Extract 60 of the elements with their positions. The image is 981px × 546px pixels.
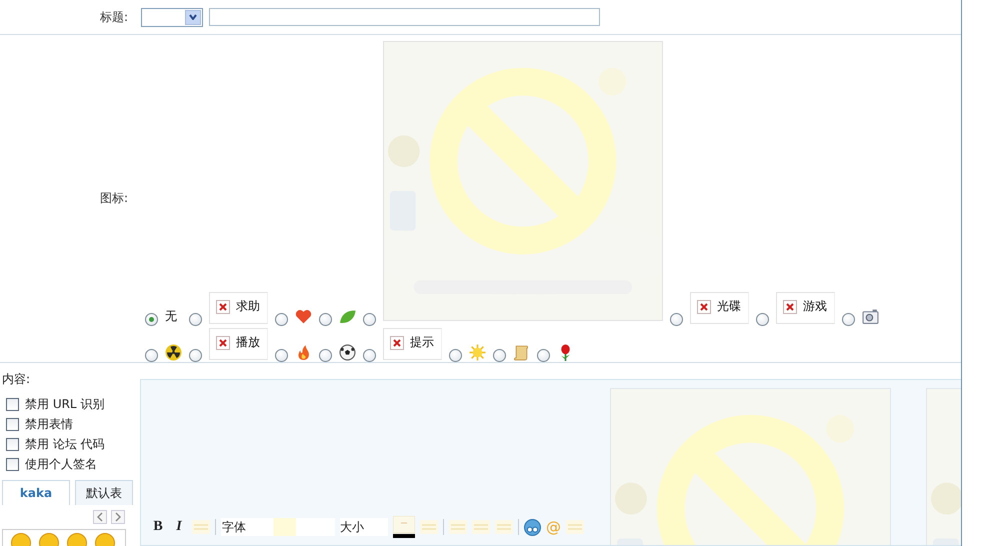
broken-image: 提示	[383, 328, 442, 360]
radio-button[interactable]	[319, 349, 332, 362]
broken-image: 播放	[209, 328, 268, 360]
camera-icon	[862, 308, 879, 325]
broken-image-icon	[216, 300, 230, 314]
checkbox[interactable]	[6, 458, 19, 470]
broken-image-icon	[697, 300, 711, 314]
checkbox-label: 禁用 论坛 代码	[25, 436, 105, 452]
title-input[interactable]	[209, 8, 600, 26]
bold-button[interactable]: B	[150, 519, 166, 535]
radiation-icon	[165, 344, 182, 361]
radio-button[interactable]	[842, 313, 855, 326]
radio-button[interactable]	[756, 313, 769, 326]
italic-button[interactable]: I	[171, 519, 187, 535]
field-label: 图标:	[98, 190, 128, 207]
scroll-icon	[513, 344, 530, 361]
radio-button[interactable]	[537, 349, 550, 362]
chevron-right-icon	[114, 512, 122, 522]
heart-icon	[295, 308, 312, 325]
broken-image: 游戏	[776, 292, 835, 324]
broken-image: 光碟	[690, 292, 749, 324]
checkbox[interactable]	[6, 438, 19, 450]
field-label: 标题:	[98, 8, 128, 26]
checkbox-label: 禁用表情	[25, 416, 73, 432]
radio-button[interactable]	[493, 349, 506, 362]
next-button[interactable]	[111, 510, 125, 524]
leaf-icon	[339, 308, 356, 325]
radio-button[interactable]	[189, 349, 202, 362]
option-label: 无	[165, 308, 178, 325]
broken-image-icon	[390, 336, 404, 350]
emoticon-icon[interactable]	[524, 518, 541, 536]
radio-button[interactable]	[189, 313, 202, 326]
chevron-left-icon	[96, 512, 104, 522]
radio-button[interactable]	[449, 349, 462, 362]
broken-image-icon	[216, 336, 230, 350]
type-dropdown[interactable]	[141, 8, 203, 26]
radio-button[interactable]	[319, 313, 332, 326]
text-color-icon[interactable]	[393, 516, 415, 538]
emoticon-tab[interactable]: kaka	[2, 480, 70, 505]
radio-button[interactable]	[145, 313, 158, 326]
field-label: 内容:	[2, 371, 30, 388]
broken-image: 求助	[209, 292, 268, 324]
radio-button[interactable]	[363, 313, 376, 326]
radio-button[interactable]	[275, 349, 288, 362]
radio-button[interactable]	[145, 349, 158, 362]
sun-icon	[469, 344, 486, 361]
checkbox[interactable]	[6, 398, 19, 410]
radio-button[interactable]	[275, 313, 288, 326]
size-dropdown[interactable]: 大小	[340, 518, 388, 536]
broken-image-icon	[783, 300, 797, 314]
soccer-ball-icon	[339, 344, 356, 361]
font-dropdown[interactable]: 字体	[221, 518, 335, 536]
checkbox-label: 禁用 URL 识别	[25, 396, 104, 412]
previous-button[interactable]	[93, 510, 107, 524]
radio-button[interactable]	[670, 313, 683, 326]
emoticon-tab[interactable]: 默认表	[75, 480, 133, 505]
checkbox[interactable]	[6, 418, 19, 430]
radio-button[interactable]	[363, 349, 376, 362]
chevron-down-icon	[189, 14, 197, 20]
checkbox-label: 使用个人签名	[25, 456, 97, 472]
